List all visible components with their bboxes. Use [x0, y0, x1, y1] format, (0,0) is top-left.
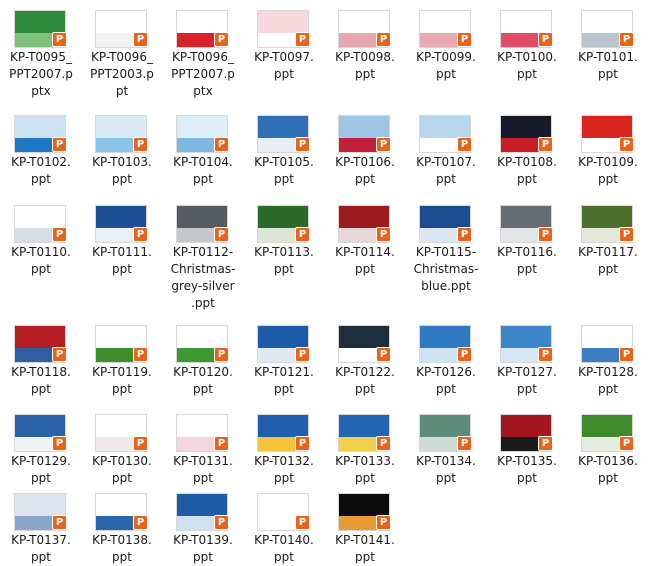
file-name: KP-T0114. ppt [335, 245, 395, 276]
powerpoint-icon: P [619, 32, 634, 47]
file-name: KP-T0096_ PPT2007.p ptx [171, 50, 235, 98]
file-name: KP-T0132. ppt [254, 454, 314, 485]
file-name: KP-T0130. ppt [92, 454, 152, 485]
file-name: KP-T0109. ppt [578, 155, 638, 186]
file-name: KP-T0107. ppt [416, 155, 476, 186]
file-name: KP-T0121. ppt [254, 365, 314, 396]
powerpoint-icon: P [295, 347, 310, 362]
powerpoint-icon: P [619, 347, 634, 362]
file-name: KP-T0140. ppt [254, 533, 314, 564]
file-name: KP-T0097. ppt [254, 50, 314, 81]
powerpoint-icon: P [295, 32, 310, 47]
powerpoint-icon: P [133, 32, 148, 47]
powerpoint-icon: P [133, 515, 148, 530]
powerpoint-icon: P [538, 32, 553, 47]
file-name: KP-T0112- Christmas- grey-silver .ppt [170, 245, 236, 310]
powerpoint-icon: P [619, 137, 634, 152]
file-name: KP-T0134. ppt [416, 454, 476, 485]
powerpoint-icon: P [376, 347, 391, 362]
file-name: KP-T0105. ppt [254, 155, 314, 186]
powerpoint-icon: P [295, 436, 310, 451]
powerpoint-icon: P [376, 515, 391, 530]
file-name: KP-T0126. ppt [416, 365, 476, 396]
file-name: KP-T0106. ppt [335, 155, 395, 186]
powerpoint-icon: P [52, 436, 67, 451]
powerpoint-icon: P [376, 137, 391, 152]
powerpoint-icon: P [214, 227, 229, 242]
powerpoint-icon: P [52, 32, 67, 47]
powerpoint-icon: P [457, 347, 472, 362]
file-name: KP-T0101. ppt [578, 50, 638, 81]
powerpoint-icon: P [376, 436, 391, 451]
powerpoint-icon: P [457, 137, 472, 152]
powerpoint-icon: P [52, 515, 67, 530]
powerpoint-icon: P [538, 227, 553, 242]
powerpoint-icon: P [214, 515, 229, 530]
file-name: KP-T0133. ppt [335, 454, 395, 485]
powerpoint-icon: P [619, 227, 634, 242]
powerpoint-icon: P [619, 436, 634, 451]
powerpoint-icon: P [376, 32, 391, 47]
powerpoint-icon: P [133, 347, 148, 362]
file-name: KP-T0103. ppt [92, 155, 152, 186]
file-grid: P KP-T0095_ PPT2007.p ptx P KP-T0096_ PPT20… [0, 0, 650, 564]
powerpoint-icon: P [52, 347, 67, 362]
file-name: KP-T0122. ppt [335, 365, 395, 396]
file-name: KP-T0098. ppt [335, 50, 395, 81]
powerpoint-icon: P [295, 515, 310, 530]
powerpoint-icon: P [295, 137, 310, 152]
powerpoint-icon: P [214, 436, 229, 451]
file-name: KP-T0139. ppt [173, 533, 233, 564]
file-name: KP-T0141. ppt [335, 533, 395, 564]
file-name: KP-T0096_ PPT2003.p pt [90, 50, 154, 98]
file-name: KP-T0111. ppt [92, 245, 152, 276]
file-name: KP-T0113. ppt [254, 245, 314, 276]
powerpoint-icon: P [214, 137, 229, 152]
file-name: KP-T0115- Christmas- blue.ppt [413, 245, 479, 293]
file-name: KP-T0102. ppt [11, 155, 71, 186]
powerpoint-icon: P [295, 227, 310, 242]
file-name: KP-T0110. ppt [11, 245, 71, 276]
powerpoint-icon: P [538, 137, 553, 152]
file-name: KP-T0135. ppt [497, 454, 557, 485]
powerpoint-icon: P [133, 227, 148, 242]
powerpoint-icon: P [538, 347, 553, 362]
file-name: KP-T0138. ppt [92, 533, 152, 564]
file-name: KP-T0137. ppt [11, 533, 71, 564]
powerpoint-icon: P [457, 227, 472, 242]
file-name: KP-T0136. ppt [578, 454, 638, 485]
file-name: KP-T0108. ppt [497, 155, 557, 186]
file-name: KP-T0117. ppt [578, 245, 638, 276]
file-name: KP-T0099. ppt [416, 50, 476, 81]
file-name: KP-T0131. ppt [173, 454, 233, 485]
powerpoint-icon: P [52, 137, 67, 152]
powerpoint-icon: P [214, 347, 229, 362]
file-name: KP-T0120. ppt [173, 365, 233, 396]
powerpoint-icon: P [376, 227, 391, 242]
powerpoint-icon: P [133, 137, 148, 152]
file-name: KP-T0104. ppt [173, 155, 233, 186]
powerpoint-icon: P [457, 436, 472, 451]
file-name: KP-T0128. ppt [578, 365, 638, 396]
powerpoint-icon: P [214, 32, 229, 47]
file-name: KP-T0119. ppt [92, 365, 152, 396]
file-name: KP-T0129. ppt [11, 454, 71, 485]
file-name: KP-T0116. ppt [497, 245, 557, 276]
file-name: KP-T0100. ppt [497, 50, 557, 81]
file-name: KP-T0118. ppt [11, 365, 71, 396]
file-name: KP-T0127. ppt [497, 365, 557, 396]
powerpoint-icon: P [457, 32, 472, 47]
file-name: KP-T0095_ PPT2007.p ptx [9, 50, 73, 98]
powerpoint-icon: P [133, 436, 148, 451]
powerpoint-icon: P [538, 436, 553, 451]
powerpoint-icon: P [52, 227, 67, 242]
